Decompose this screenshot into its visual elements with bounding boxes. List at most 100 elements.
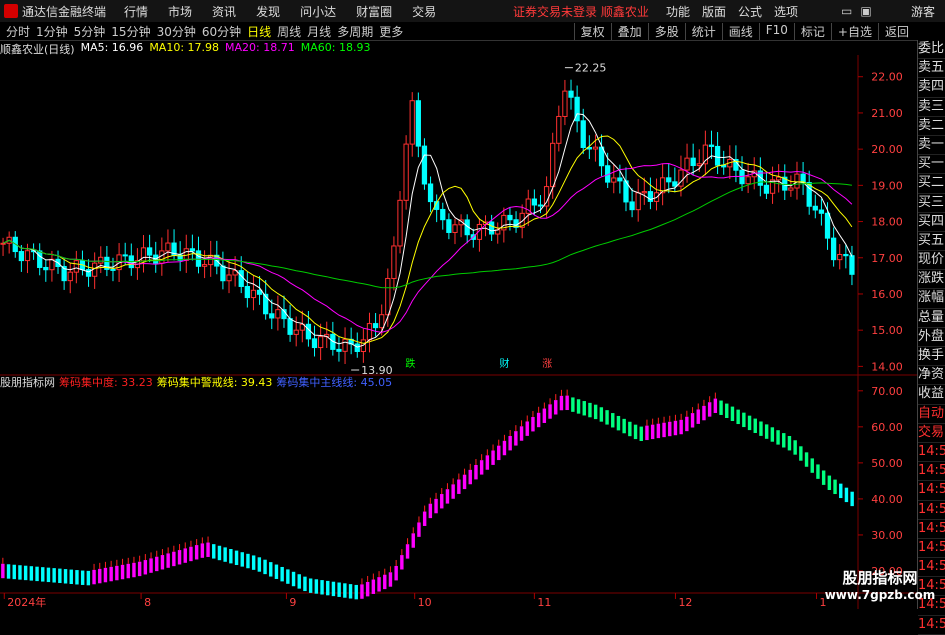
period-15min[interactable]: 15分钟 xyxy=(111,23,150,40)
candle-body xyxy=(146,247,153,256)
ma60-label: MA60: 18.93 xyxy=(300,41,371,54)
menu-ask[interactable]: 问小达 xyxy=(300,3,336,20)
candle-body xyxy=(708,144,715,147)
candle-body xyxy=(366,323,373,341)
y-tick-label: 16.00 xyxy=(871,288,903,301)
period-multi[interactable]: 多周期 xyxy=(337,23,373,40)
indicator-mainline-label: 筹码集中主线线: 45.05 xyxy=(276,376,393,389)
btn-overlay[interactable]: 叠加 xyxy=(610,22,648,40)
ma5-line xyxy=(2,113,853,348)
sidebar-item[interactable]: 14:56 xyxy=(918,462,945,482)
sidebar-item[interactable]: 卖五 xyxy=(918,59,945,79)
guest-label[interactable]: 游客 xyxy=(911,3,935,20)
tool-layout[interactable]: 版面 xyxy=(702,3,726,20)
sidebar-item[interactable]: 涨幅 xyxy=(918,289,945,309)
sidebar-item[interactable]: 收益 xyxy=(918,385,945,405)
menu-trade[interactable]: 交易 xyxy=(412,3,436,20)
tool-formula[interactable]: 公式 xyxy=(738,3,762,20)
btn-stats[interactable]: 统计 xyxy=(684,22,722,40)
candle-body xyxy=(287,318,293,335)
btn-mark[interactable]: 标记 xyxy=(793,22,831,40)
menu-news[interactable]: 资讯 xyxy=(212,3,236,20)
period-30min[interactable]: 30分钟 xyxy=(157,23,196,40)
sidebar-item[interactable]: 14:56 xyxy=(918,481,945,501)
candle-body xyxy=(635,192,641,211)
period-weekly[interactable]: 周线 xyxy=(277,23,301,40)
candle-body xyxy=(250,289,257,299)
period-daily[interactable]: 日线 xyxy=(247,23,271,40)
y-tick-label: 21.00 xyxy=(871,107,903,120)
btn-f10[interactable]: F10 xyxy=(758,22,794,40)
sidebar-item[interactable]: 14:56 xyxy=(918,501,945,520)
candle-body xyxy=(238,270,244,287)
tool-function[interactable]: 功能 xyxy=(666,3,690,20)
sidebar-item[interactable]: 买二 xyxy=(918,174,945,194)
sidebar-item[interactable]: 买五 xyxy=(918,232,945,252)
candle-body xyxy=(379,314,385,329)
sidebar-item[interactable]: 净资 xyxy=(918,366,945,386)
candle-body xyxy=(641,191,647,194)
candle-body xyxy=(263,293,269,315)
candle-body xyxy=(550,142,556,188)
x-tick-label: 12 xyxy=(678,596,692,609)
sidebar-item[interactable]: 14:56 xyxy=(918,616,945,635)
candle-body xyxy=(24,250,31,262)
candle-body xyxy=(189,248,196,252)
y-tick-label: 70.00 xyxy=(871,385,903,398)
sidebar-item[interactable]: 买三 xyxy=(918,194,945,213)
y-tick-label: 40.00 xyxy=(871,493,903,506)
chart-area[interactable]: 14.00 15.00 16.00 17.00 18.00 19.00 20.00 21.00… xyxy=(0,55,917,609)
x-tick-label: 9 xyxy=(289,596,296,609)
sidebar-item[interactable]: 卖四 xyxy=(918,78,945,98)
sidebar-item[interactable]: 14:56 xyxy=(918,539,945,559)
candle-body xyxy=(794,173,800,189)
btn-multi-stock[interactable]: 多股 xyxy=(647,22,685,40)
candle-body xyxy=(568,90,574,98)
sidebar-item[interactable]: 自动 xyxy=(918,405,945,424)
tool-options[interactable]: 选项 xyxy=(774,3,798,20)
candle-body xyxy=(812,205,818,211)
sidebar-item[interactable]: 总量 xyxy=(918,309,945,328)
sidebar-item[interactable]: 委比 xyxy=(918,40,945,60)
sidebar-item[interactable]: 现价 xyxy=(918,251,945,271)
menu-quotes[interactable]: 行情 xyxy=(124,3,148,20)
minimize-icon[interactable]: ▭ xyxy=(841,4,852,18)
period-60min[interactable]: 60分钟 xyxy=(202,23,241,40)
candle-body xyxy=(690,157,696,167)
sidebar-item[interactable]: 换手 xyxy=(918,347,945,367)
menu-discover[interactable]: 发现 xyxy=(256,3,280,20)
sidebar-item[interactable]: 买一 xyxy=(918,155,945,175)
period-tick[interactable]: 分时 xyxy=(6,23,30,40)
sidebar-item[interactable]: 卖三 xyxy=(918,98,945,117)
stock-title[interactable]: 顺鑫农业(日线) xyxy=(0,41,75,56)
x-tick-label: 2024年 xyxy=(7,595,46,609)
menu-market[interactable]: 市场 xyxy=(168,3,192,20)
sidebar-item[interactable]: 14:56 xyxy=(918,443,945,463)
candle-body xyxy=(824,212,831,239)
restore-icon[interactable]: ▣ xyxy=(860,4,871,18)
x-tick-label: 11 xyxy=(537,596,551,609)
indicator-name[interactable]: 股朋指标网 xyxy=(0,374,55,390)
period-1min[interactable]: 1分钟 xyxy=(36,23,68,40)
btn-adjust[interactable]: 复权 xyxy=(573,22,611,40)
sidebar-item[interactable]: 涨跌 xyxy=(918,270,945,290)
sidebar-item[interactable]: 买四 xyxy=(918,213,945,232)
period-toolbar: 分时 1分钟 5分钟 15分钟 30分钟 60分钟 日线 周线 月线 多周期 更… xyxy=(0,22,945,41)
btn-draw[interactable]: 画线 xyxy=(721,22,759,40)
sidebar-item[interactable]: 外盘 xyxy=(918,328,945,347)
period-monthly[interactable]: 月线 xyxy=(307,23,331,40)
y-tick-label: 30.00 xyxy=(871,529,903,542)
period-5min[interactable]: 5分钟 xyxy=(74,23,106,40)
period-more[interactable]: 更多 xyxy=(379,23,403,40)
candle-body xyxy=(592,146,599,150)
sidebar-item[interactable]: 交易 xyxy=(918,424,945,443)
candle-body xyxy=(317,336,324,349)
candle-body xyxy=(684,157,690,171)
sidebar-item[interactable]: 卖一 xyxy=(918,136,945,156)
btn-add-watch[interactable]: +自选 xyxy=(830,22,878,40)
btn-back[interactable]: 返回 xyxy=(877,22,915,40)
candle-body xyxy=(195,250,202,267)
menu-wealth[interactable]: 财富圈 xyxy=(356,3,392,20)
sidebar-item[interactable]: 14:56 xyxy=(918,520,945,539)
sidebar-item[interactable]: 卖二 xyxy=(918,117,945,136)
